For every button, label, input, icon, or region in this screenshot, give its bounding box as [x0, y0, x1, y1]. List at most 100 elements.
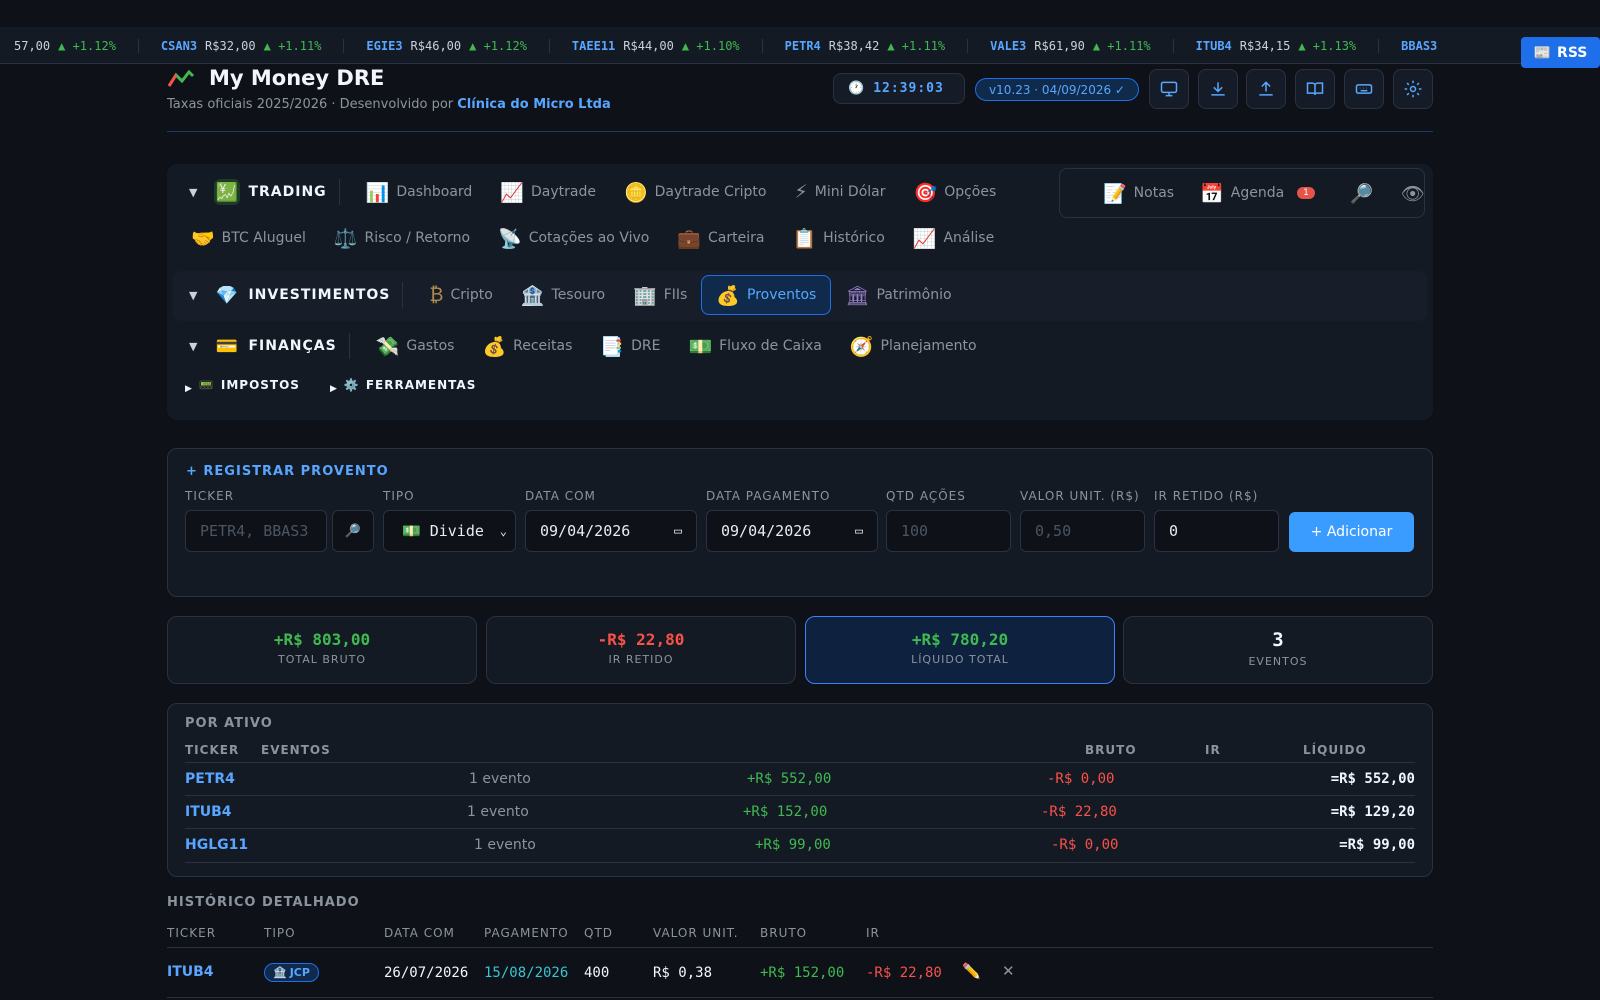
data-com-input[interactable]: 09/04/2026 ▭ — [525, 510, 697, 552]
nav-item-proventos[interactable]: 💰 Proventos — [701, 275, 832, 315]
nav-item-tesouro[interactable]: 🏦 Tesouro — [507, 275, 619, 315]
nav-label: Cotações ao Vivo — [528, 230, 650, 246]
nav-label: Notas — [1133, 185, 1175, 201]
nav-item-dre[interactable]: 📑 DRE — [586, 326, 674, 366]
valor-input[interactable] — [1035, 522, 1130, 540]
book-icon — [1306, 82, 1324, 95]
valor-label: VALOR UNIT. (R$) — [1020, 489, 1140, 503]
row-ir: -R$ 22,80 — [866, 965, 942, 981]
nav-item-opcoes[interactable]: 🎯 Opções — [900, 172, 1011, 212]
row-ticker[interactable]: PETR4 — [185, 771, 235, 787]
clock-icon: 🕐 — [848, 81, 866, 96]
nav-item-mini-dolar[interactable]: ⚡ Mini Dólar — [780, 172, 899, 212]
add-provento-button[interactable]: + Adicionar — [1289, 512, 1414, 552]
ticker-item[interactable]: CSAN3 R$32,00 ▲ +1.11% — [139, 38, 345, 53]
guide-button[interactable] — [1295, 69, 1335, 109]
ticker-item[interactable]: BBAS3 — [1379, 39, 1467, 53]
nav-item-fluxo-caixa[interactable]: 💵 Fluxo de Caixa — [674, 326, 835, 366]
nav-item-btc-aluguel[interactable]: 🤝 BTC Aluguel — [177, 218, 320, 258]
version-badge[interactable]: v10.23 · 04/09/2026 ✓ — [975, 78, 1139, 101]
category-investimentos[interactable]: ▼ 💎 INVESTIMENTOS — [189, 282, 390, 308]
upload-button[interactable] — [1246, 69, 1286, 109]
ticker-input[interactable] — [200, 522, 312, 540]
nav-item-planejamento[interactable]: 🧭 Planejamento — [836, 326, 991, 366]
row-bruto: +R$ 99,00 — [755, 837, 831, 853]
bank-icon: 🏦 — [520, 284, 545, 307]
nav-item-gastos[interactable]: 💸 Gastos — [362, 326, 469, 366]
edit-pencil-icon[interactable]: ✏️ — [962, 962, 981, 980]
ticker-change: ▲ +1.12% — [58, 38, 116, 53]
main-navigation: ▼ 💹 TRADING 📊 Dashboard 📈 Daytrade 🪙 Daytra… — [167, 164, 1433, 420]
table-row[interactable]: ITUB4 1 evento +R$ 152,00 -R$ 22,80 =R$ … — [185, 795, 1415, 828]
nav-label: Gastos — [406, 338, 455, 354]
monitor-button[interactable] — [1149, 69, 1189, 109]
nav-item-dashboard[interactable]: 📊 Dashboard — [352, 172, 487, 212]
nav-item-cotacoes[interactable]: 📡 Cotações ao Vivo — [484, 218, 663, 258]
calendar-icon: ▭ — [674, 523, 682, 539]
ticker-item[interactable]: TAEE11 R$44,00 ▲ +1.10% — [550, 38, 763, 53]
row-ticker[interactable]: HGLG11 — [185, 837, 248, 853]
notas-button[interactable]: 📝 Notas — [1090, 173, 1187, 213]
ir-input[interactable] — [1169, 522, 1264, 540]
row-eventos: 1 evento — [474, 837, 536, 853]
category-label: INVESTIMENTOS — [248, 287, 391, 303]
download-button[interactable] — [1198, 69, 1238, 109]
nav-item-daytrade-cripto[interactable]: 🪙 Daytrade Cripto — [610, 172, 780, 212]
privacy-toggle[interactable]: 👁 — [1388, 173, 1438, 213]
nav-label: Carteira — [708, 230, 765, 246]
nav-item-receitas[interactable]: 💰 Receitas — [468, 326, 586, 366]
tipo-label: TIPO — [383, 489, 415, 503]
nav-item-analise[interactable]: 📈 Análise — [899, 218, 1008, 258]
nav-label: Mini Dólar — [814, 184, 886, 200]
rss-label: RSS — [1557, 44, 1588, 61]
search-icon: 🔎 — [344, 523, 362, 539]
stat-label: TOTAL BRUTO — [277, 653, 366, 666]
rss-button[interactable]: 📰 RSS — [1521, 37, 1600, 68]
handshake-icon: 🤝 — [191, 227, 215, 250]
stat-liquido-total: +R$ 780,20 LÍQUIDO TOTAL — [805, 616, 1115, 684]
nav-item-cripto[interactable]: ₿ Cripto — [415, 275, 506, 315]
nav-item-risco-retorno[interactable]: ⚖️ Risco / Retorno — [320, 218, 484, 258]
search-button[interactable]: 🔎 — [1328, 173, 1388, 213]
row-ticker[interactable]: ITUB4 — [185, 804, 232, 820]
ticker-price: R$46,00 — [410, 38, 462, 53]
category-impostos[interactable]: ▶ 📟 IMPOSTOS — [185, 376, 300, 394]
bitcoin-icon: ₿ — [429, 283, 444, 306]
table-row[interactable]: ITUB4 🏦 JCP 26/07/2026 15/08/2026 400 R$ … — [167, 948, 1433, 998]
nav-item-carteira[interactable]: 💼 Carteira — [663, 218, 778, 258]
nav-item-patrimonio[interactable]: 🏛 Patrimônio — [831, 275, 965, 315]
row-qtd: 400 — [584, 965, 610, 981]
keyboard-button[interactable] — [1344, 69, 1384, 109]
ticker-item[interactable]: ITUB4 R$34,15 ▲ +1.13% — [1174, 38, 1380, 53]
ticker-price: R$61,90 — [1034, 38, 1085, 53]
category-trading[interactable]: ▼ 💹 TRADING — [189, 179, 327, 205]
row-ticker[interactable]: ITUB4 — [167, 964, 214, 980]
ticker-search-button[interactable]: 🔎 — [332, 510, 374, 552]
nav-item-daytrade[interactable]: 📈 Daytrade — [486, 172, 610, 212]
qtd-input[interactable] — [901, 522, 996, 540]
upload-icon — [1259, 81, 1273, 96]
divider — [348, 333, 350, 359]
download-icon — [1211, 82, 1225, 96]
form-title[interactable]: + REGISTRAR PROVENTO — [186, 464, 389, 479]
nav-label: Proventos — [747, 287, 817, 303]
data-pagamento-input[interactable]: 09/04/2026 ▭ — [706, 510, 878, 552]
company-link[interactable]: Clínica do Micro Ltda — [457, 97, 610, 112]
nav-item-fiis[interactable]: 🏢 FIIs — [619, 275, 701, 315]
table-row[interactable]: HGLG11 1 evento +R$ 99,00 -R$ 0,00 =R$ 9… — [185, 828, 1415, 863]
agenda-button[interactable]: 📅 Agenda 1 — [1187, 173, 1328, 213]
ticker-item[interactable]: PETR4 R$38,42 ▲ +1.11% — [763, 38, 969, 53]
category-financas[interactable]: ▼ 💳 FINANÇAS — [189, 333, 337, 359]
table-row[interactable]: PETR4 1 evento +R$ 552,00 -R$ 0,00 =R$ 5… — [185, 762, 1415, 795]
delete-x-icon[interactable]: ✕ — [1002, 962, 1015, 980]
tipo-select[interactable]: 💵 Divide ⌄ — [383, 510, 516, 552]
category-ferramentas[interactable]: ▶ ⚙️ FERRAMENTAS — [330, 376, 476, 394]
stat-value: 3 — [1272, 629, 1284, 651]
ticker-item[interactable]: VALE3 R$61,90 ▲ +1.11% — [968, 38, 1174, 53]
qtd-label: QTD AÇÕES — [886, 489, 966, 503]
ticker-item[interactable]: EGIE3 R$46,00 ▲ +1.12% — [344, 38, 550, 53]
settings-button[interactable] — [1393, 69, 1433, 109]
col-header-eventos: EVENTOS — [261, 743, 331, 757]
ticker-item[interactable]: 57,00 ▲ +1.12% — [0, 38, 139, 53]
nav-item-historico[interactable]: 📋 Histórico — [778, 218, 898, 258]
